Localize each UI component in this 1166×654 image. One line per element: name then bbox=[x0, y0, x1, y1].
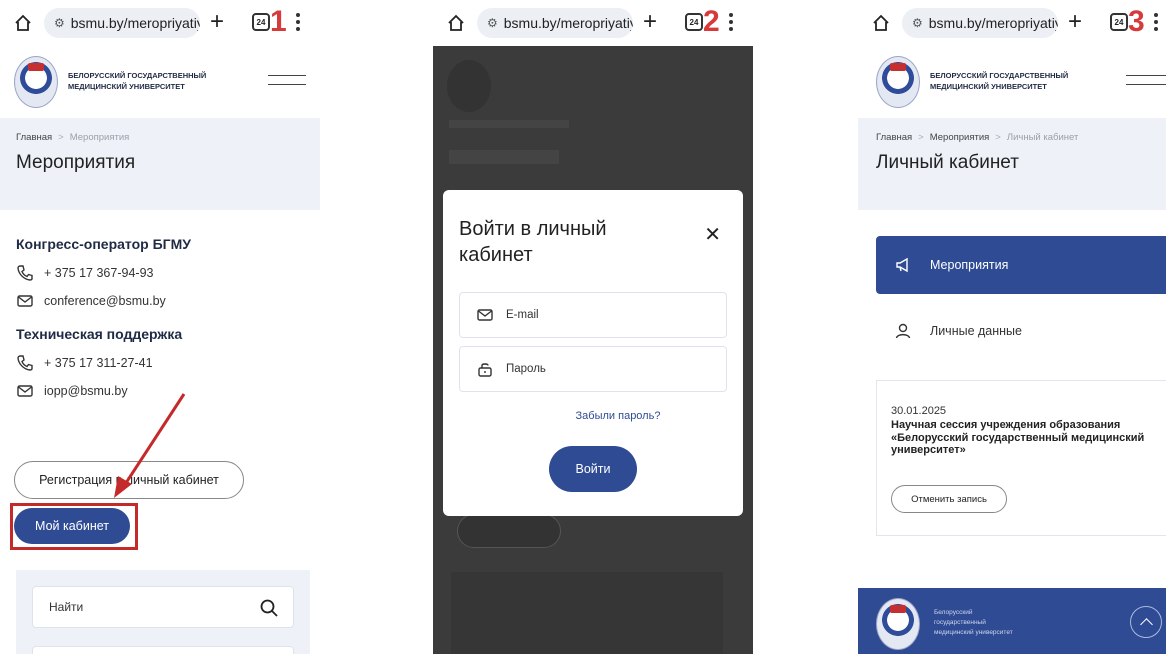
browser-menu-icon[interactable] bbox=[729, 13, 733, 33]
address-bar[interactable]: ⚙ bsmu.by/meropriyatiy bbox=[477, 8, 633, 38]
breadcrumb-separator: > bbox=[58, 132, 64, 143]
site-header: БЕЛОРУССКИЙ ГОСУДАРСТВЕННЫЙ МЕДИЦИНСКИЙ … bbox=[0, 50, 320, 116]
menu-item-personal-data[interactable]: Личные данные bbox=[876, 302, 1166, 360]
browser-toolbar: ⚙ bsmu.by/meropriyatiy + 24 2 bbox=[433, 0, 753, 46]
scroll-to-top-icon[interactable] bbox=[1130, 606, 1162, 638]
annotation-arrow-icon bbox=[114, 393, 186, 498]
modal-title: Войти в личный кабинет bbox=[459, 218, 607, 266]
search-input[interactable]: Найти bbox=[32, 586, 294, 628]
tab-switcher-button[interactable]: 24 bbox=[252, 13, 270, 31]
page-title: Мероприятия bbox=[16, 152, 136, 173]
breadcrumb-home[interactable]: Главная bbox=[16, 132, 52, 143]
footer-university-name: Белорусский государственный медицинский … bbox=[934, 609, 1013, 636]
breadcrumb-separator: > bbox=[918, 132, 924, 143]
home-icon[interactable] bbox=[14, 14, 32, 32]
login-button[interactable]: Войти bbox=[549, 446, 637, 492]
tab-switcher-button[interactable]: 24 bbox=[685, 13, 703, 31]
breadcrumb-current: Личный кабинет bbox=[1006, 132, 1079, 143]
hamburger-menu-icon[interactable] bbox=[1126, 75, 1166, 85]
home-icon[interactable] bbox=[872, 14, 890, 32]
address-bar[interactable]: ⚙ bsmu.by/meropriyatiy bbox=[44, 8, 200, 38]
lock-icon bbox=[478, 363, 492, 377]
dimmed-logo bbox=[447, 60, 491, 112]
breadcrumb: Главная > Мероприятия bbox=[16, 132, 129, 143]
phone-icon bbox=[17, 355, 33, 371]
congress-heading: Конгресс-оператор БГМУ bbox=[16, 236, 191, 252]
step-number: 1 bbox=[270, 5, 287, 38]
new-tab-icon[interactable]: + bbox=[210, 9, 224, 35]
search-icon[interactable] bbox=[259, 598, 279, 618]
support-phone[interactable]: + 375 17 311-27-41 bbox=[16, 354, 153, 372]
address-bar[interactable]: ⚙ bsmu.by/meropriyatiy bbox=[902, 8, 1058, 38]
hamburger-menu-icon[interactable] bbox=[268, 75, 306, 85]
highlight-box bbox=[10, 503, 138, 550]
congress-phone[interactable]: + 375 17 367-94-93 bbox=[16, 264, 153, 282]
step-number: 3 bbox=[1128, 5, 1145, 38]
screenshot-step-1: ⚙ bsmu.by/meropriyatiy + 24 1 БЕЛОРУССКИЙ… bbox=[0, 0, 320, 654]
breadcrumb: Главная > Мероприятия > Личный кабинет bbox=[876, 132, 1078, 143]
browser-toolbar: ⚙ bsmu.by/meropriyatiy + 24 1 bbox=[0, 0, 320, 46]
phone-icon bbox=[17, 265, 33, 281]
step-number: 2 bbox=[703, 5, 720, 38]
dimmed-button bbox=[457, 514, 561, 548]
new-tab-icon[interactable]: + bbox=[643, 9, 657, 35]
screenshot-step-2: ⚙ bsmu.by/meropriyatiy + 24 2 Войти в лич… bbox=[433, 0, 753, 654]
university-name: БЕЛОРУССКИЙ ГОСУДАРСТВЕННЫЙ МЕДИЦИНСКИЙ … bbox=[68, 71, 207, 91]
breadcrumb-home[interactable]: Главная bbox=[876, 132, 912, 143]
home-icon[interactable] bbox=[447, 14, 465, 32]
browser-toolbar: ⚙ bsmu.by/meropriyatiy + 24 3 bbox=[858, 0, 1166, 46]
mail-icon bbox=[477, 309, 493, 321]
event-title[interactable]: Научная сессия учреждения образования «Б… bbox=[891, 419, 1161, 457]
site-header: БЕЛОРУССКИЙ ГОСУДАРСТВЕННЫЙ МЕДИЦИНСКИЙ … bbox=[858, 50, 1166, 116]
url-text: bsmu.by/meropriyatiy bbox=[503, 15, 633, 31]
filter-field[interactable] bbox=[32, 646, 294, 654]
university-logo[interactable] bbox=[14, 56, 58, 108]
user-icon bbox=[895, 323, 911, 339]
megaphone-icon bbox=[896, 257, 908, 273]
menu-item-events[interactable]: Мероприятия bbox=[876, 236, 1166, 294]
breadcrumb-current: Мероприятия bbox=[69, 132, 130, 143]
breadcrumb-separator: > bbox=[995, 132, 1001, 143]
site-settings-icon[interactable]: ⚙ bbox=[54, 16, 65, 30]
browser-menu-icon[interactable] bbox=[1154, 13, 1158, 33]
dimmed-breadcrumb bbox=[449, 120, 569, 128]
event-card: 30.01.2025 Научная сессия учреждения обр… bbox=[876, 380, 1166, 536]
screenshot-step-3: ⚙ bsmu.by/meropriyatiy + 24 3 БЕЛОРУССКИЙ… bbox=[858, 0, 1166, 654]
site-settings-icon[interactable]: ⚙ bbox=[487, 16, 498, 30]
footer-logo[interactable] bbox=[876, 598, 920, 650]
breadcrumb-band: Главная > Мероприятия Мероприятия bbox=[0, 118, 320, 210]
close-icon[interactable]: ✕ bbox=[704, 222, 721, 247]
support-heading: Техническая поддержка bbox=[16, 326, 183, 342]
page-title: Личный кабинет bbox=[876, 152, 1019, 173]
password-field[interactable]: Пароль bbox=[459, 346, 727, 392]
site-footer: Белорусский государственный медицинский … bbox=[858, 588, 1166, 654]
congress-email[interactable]: conference@bsmu.by bbox=[16, 292, 166, 310]
url-text: bsmu.by/meropriyatiy bbox=[70, 15, 200, 31]
new-tab-icon[interactable]: + bbox=[1068, 9, 1082, 35]
dimmed-search-panel bbox=[451, 572, 723, 654]
site-settings-icon[interactable]: ⚙ bbox=[912, 16, 923, 30]
login-modal: Войти в личный кабинет ✕ E-mail Пароль З… bbox=[443, 190, 743, 516]
university-logo[interactable] bbox=[876, 56, 920, 108]
browser-menu-icon[interactable] bbox=[296, 13, 300, 33]
cancel-registration-button[interactable]: Отменить запись bbox=[891, 485, 1007, 513]
event-date: 30.01.2025 bbox=[891, 405, 947, 417]
mail-icon bbox=[17, 295, 33, 307]
breadcrumb-events[interactable]: Мероприятия bbox=[930, 132, 990, 143]
search-panel: Найти bbox=[16, 570, 310, 654]
mail-icon bbox=[17, 385, 33, 397]
forgot-password-link[interactable]: Забыли пароль? bbox=[443, 410, 743, 422]
email-field[interactable]: E-mail bbox=[459, 292, 727, 338]
breadcrumb-band: Главная > Мероприятия > Личный кабинет Личны… bbox=[858, 118, 1166, 210]
dimmed-title bbox=[449, 150, 559, 164]
url-text: bsmu.by/meropriyatiy bbox=[928, 15, 1058, 31]
university-name: БЕЛОРУССКИЙ ГОСУДАРСТВЕННЫЙ МЕДИЦИНСКИЙ … bbox=[930, 71, 1069, 91]
tab-switcher-button[interactable]: 24 bbox=[1110, 13, 1128, 31]
